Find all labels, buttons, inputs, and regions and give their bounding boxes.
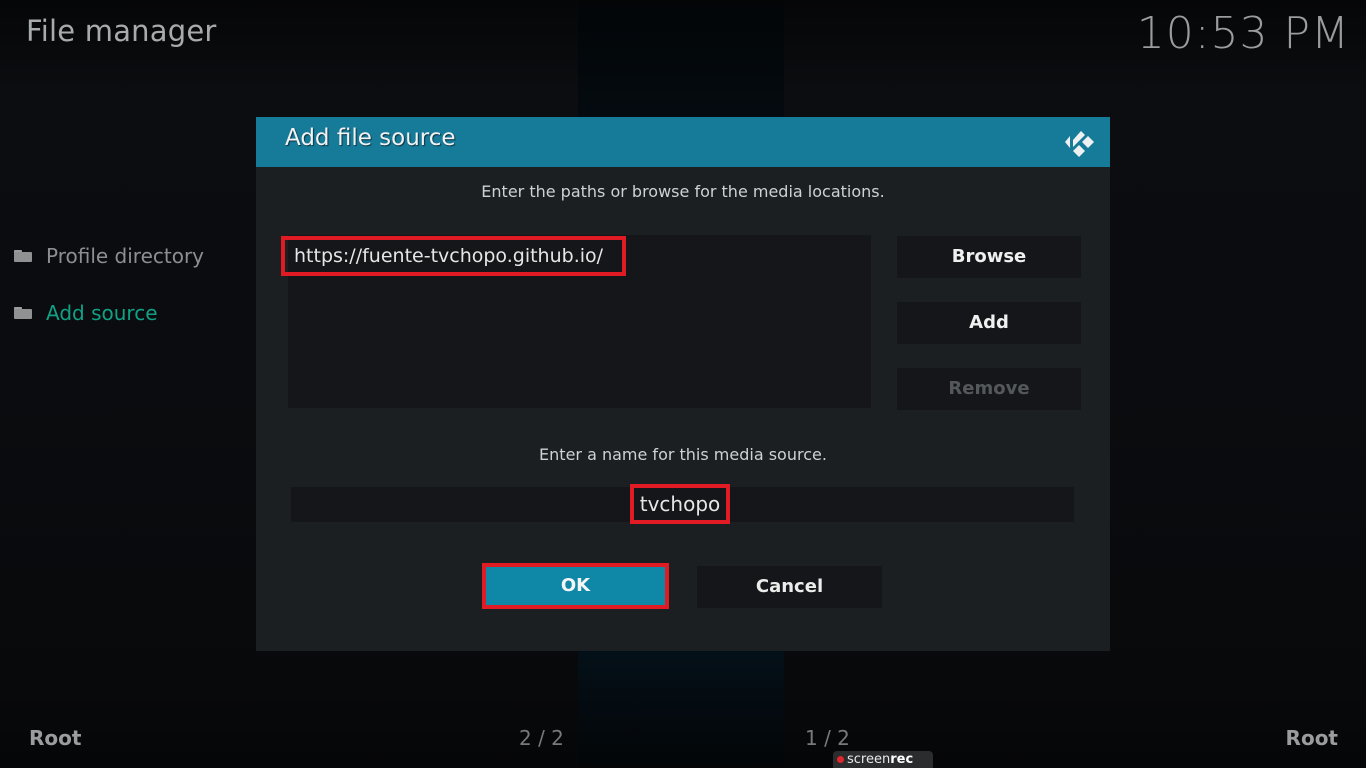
cancel-button[interactable]: Cancel bbox=[697, 566, 882, 608]
kodi-logo-icon bbox=[1065, 131, 1094, 157]
sidebar-item-label: Add source bbox=[46, 301, 158, 325]
watermark-text-bold: rec bbox=[890, 752, 914, 767]
browse-button[interactable]: Browse bbox=[897, 236, 1081, 278]
page-title: File manager bbox=[26, 14, 217, 48]
paths-list[interactable]: https://fuente-tvchopo.github.io/ bbox=[281, 235, 871, 408]
footer-page-count-right: 1 / 2 bbox=[805, 726, 850, 750]
sidebar-item-label: Profile directory bbox=[46, 244, 205, 268]
remove-button[interactable]: Remove bbox=[897, 368, 1081, 410]
clock: 10:53 PM bbox=[1136, 8, 1350, 59]
dialog-header: Add file source bbox=[256, 117, 1110, 167]
paths-instruction: Enter the paths or browse for the media … bbox=[481, 182, 885, 201]
folder-icon bbox=[14, 307, 32, 319]
dialog-title: Add file source bbox=[285, 125, 456, 151]
add-file-source-dialog: Add file source Enter the paths or brows… bbox=[256, 117, 1110, 651]
sidebar-list: Profile directory Add source bbox=[14, 238, 204, 352]
name-instruction: Enter a name for this media source. bbox=[539, 445, 827, 464]
footer-root-left: Root bbox=[29, 726, 82, 750]
record-dot-icon bbox=[837, 756, 844, 763]
watermark-text-light: screen bbox=[847, 752, 891, 767]
footer-page-count-left: 2 / 2 bbox=[519, 726, 564, 750]
sidebar-item-add-source[interactable]: Add source bbox=[14, 295, 204, 331]
ok-button[interactable]: OK bbox=[482, 563, 669, 609]
add-button[interactable]: Add bbox=[897, 302, 1081, 344]
sidebar-item-profile-directory[interactable]: Profile directory bbox=[14, 238, 204, 274]
path-item[interactable]: https://fuente-tvchopo.github.io/ bbox=[281, 236, 626, 276]
source-name-value[interactable]: tvchopo bbox=[630, 484, 730, 524]
folder-icon bbox=[14, 250, 32, 262]
footer-root-right: Root bbox=[1285, 726, 1338, 750]
screenrec-watermark: screen rec bbox=[833, 751, 933, 768]
